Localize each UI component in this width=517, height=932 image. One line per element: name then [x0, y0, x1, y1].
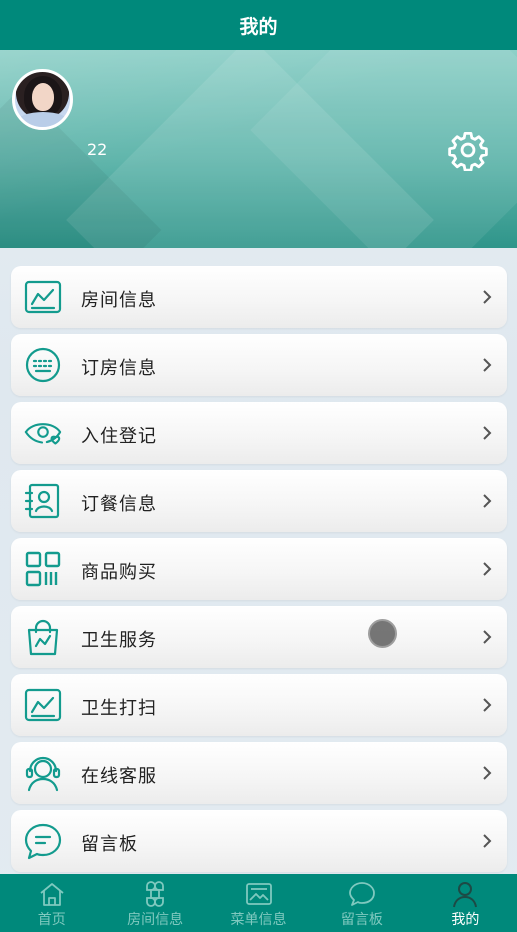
home-icon [40, 883, 64, 906]
username: 22 [87, 140, 108, 159]
tab-label: 留言板 [340, 912, 383, 928]
eye-heart-icon [23, 415, 63, 451]
menu-list: 房间信息 订房信息 入住登记 订餐信息 商品购买 卫生服务 卫生打扫 在线客服 … [11, 266, 507, 878]
tab-mine[interactable]: 我的 [414, 874, 517, 932]
chevron-right-icon [483, 562, 492, 576]
tab-label: 菜单信息 [230, 912, 287, 928]
chevron-right-icon [483, 358, 492, 372]
tab-label: 房间信息 [127, 912, 184, 928]
chart-frame-icon [23, 279, 63, 315]
menu-item-room-info[interactable]: 房间信息 [11, 266, 507, 328]
bottom-tab-bar: 首页 房间信息 菜单信息 留言板 我的 [0, 874, 517, 932]
menu-item-label: 订房信息 [81, 358, 157, 379]
contact-card-icon [23, 483, 63, 519]
chevron-right-icon [483, 766, 492, 780]
chevron-right-icon [483, 494, 492, 508]
chat-bubble-icon [349, 882, 375, 906]
menu-item-hygiene-service[interactable]: 卫生服务 [11, 606, 507, 668]
menu-item-goods-purchase[interactable]: 商品购买 [11, 538, 507, 600]
touch-indicator [368, 619, 397, 648]
menu-item-label: 房间信息 [81, 290, 157, 311]
menu-item-booking-info[interactable]: 订房信息 [11, 334, 507, 396]
menu-item-hygiene-cleaning[interactable]: 卫生打扫 [11, 674, 507, 736]
headset-agent-icon [23, 755, 63, 792]
tab-label: 我的 [451, 912, 480, 928]
image-frame-icon [245, 883, 272, 905]
chat-bubble-icon [23, 823, 63, 860]
chart-frame-icon [23, 687, 63, 723]
shopping-bag-icon [23, 619, 63, 656]
menu-item-check-in[interactable]: 入住登记 [11, 402, 507, 464]
menu-item-label: 留言板 [81, 834, 138, 855]
chevron-right-icon [483, 698, 492, 712]
menu-item-label: 卫生服务 [81, 630, 157, 651]
menu-item-online-service[interactable]: 在线客服 [11, 742, 507, 804]
chevron-right-icon [483, 630, 492, 644]
avatar-face [32, 83, 54, 111]
menu-item-label: 入住登记 [81, 426, 157, 447]
menu-item-label: 商品购买 [81, 562, 157, 583]
menu-item-label: 订餐信息 [81, 494, 157, 515]
chevron-right-icon [483, 834, 492, 848]
chevron-right-icon [483, 426, 492, 440]
menu-item-message-board[interactable]: 留言板 [11, 810, 507, 872]
tab-room-info[interactable]: 房间信息 [103, 874, 206, 932]
menu-item-meal-order[interactable]: 订餐信息 [11, 470, 507, 532]
keyboard-circle-icon [23, 347, 63, 383]
page-title: 我的 [239, 15, 278, 38]
tab-home[interactable]: 首页 [0, 874, 103, 932]
avatar[interactable] [12, 69, 73, 130]
user-icon [453, 882, 478, 908]
tab-menu-info[interactable]: 菜单信息 [207, 874, 310, 932]
qr-code-icon [23, 551, 63, 587]
menu-item-label: 在线客服 [81, 766, 157, 787]
tab-label: 首页 [37, 912, 66, 928]
tab-message-board[interactable]: 留言板 [310, 874, 413, 932]
command-icon [146, 881, 165, 907]
chevron-right-icon [483, 290, 492, 304]
title-bar: 我的 [0, 0, 517, 50]
menu-item-label: 卫生打扫 [81, 698, 157, 719]
profile-header [0, 50, 517, 248]
gear-icon[interactable] [447, 129, 489, 171]
